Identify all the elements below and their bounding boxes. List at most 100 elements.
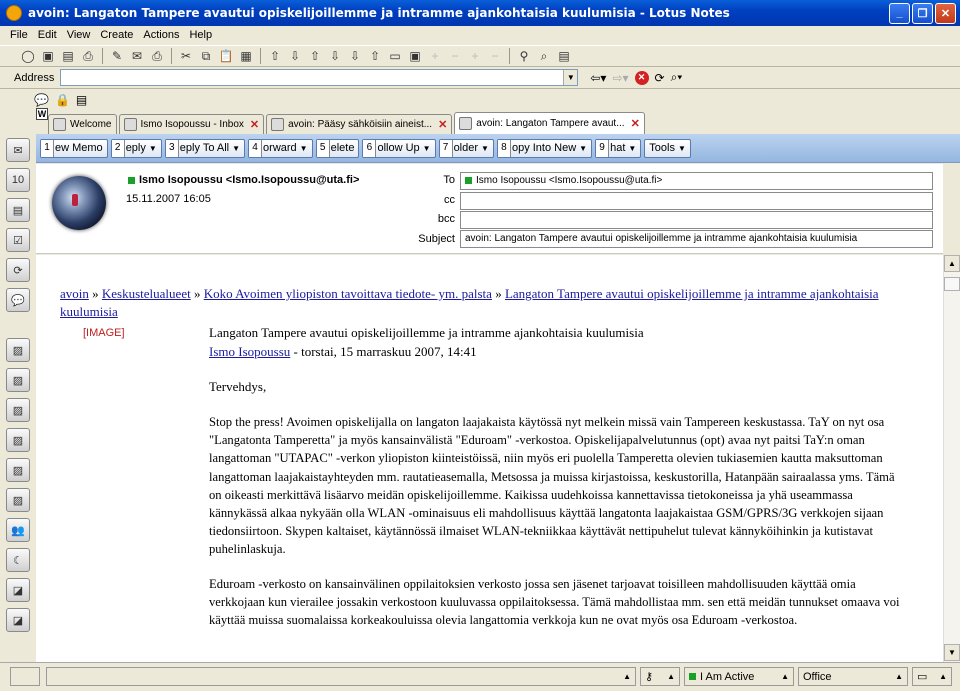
menu-view[interactable]: View [67, 29, 91, 41]
location-status[interactable]: Office ▲ [798, 667, 908, 686]
stop-icon[interactable]: ✕ [634, 70, 649, 85]
send-icon[interactable]: ✉ [129, 48, 145, 64]
folder-bookmark-icon[interactable]: ▨ [6, 428, 30, 452]
mail-status-box[interactable]: ▭ ▲ [912, 667, 952, 686]
menu-file[interactable]: File [10, 29, 28, 41]
cc-field[interactable] [460, 192, 933, 210]
vertical-scrollbar[interactable]: ▲ ▼ [943, 255, 960, 662]
previous-icon[interactable]: ⇧ [267, 48, 283, 64]
find-icon[interactable]: ⚲ [516, 48, 532, 64]
minimize-button[interactable]: _ [889, 2, 910, 24]
folder-bookmark-icon[interactable]: ▨ [6, 368, 30, 392]
mail-bookmark-icon[interactable]: ✉ [6, 138, 30, 162]
people-bookmark-icon[interactable]: 👥 [6, 518, 30, 542]
follow-up-button[interactable]: 6 ollow Up ▼ [362, 138, 436, 158]
search-icon[interactable]: ⌕ [536, 48, 552, 64]
menu-help[interactable]: Help [189, 29, 212, 41]
database-icon[interactable]: ▤ [556, 48, 572, 64]
notes-icon[interactable]: ▤ [76, 93, 87, 107]
chat-bookmark-icon[interactable]: 💬 [6, 288, 30, 312]
tab-document-2[interactable]: avoin: Langaton Tampere avaut... ✕ [454, 112, 645, 134]
edit-icon[interactable]: ✎ [109, 48, 125, 64]
search-icon[interactable]: ⌕▾ [671, 70, 683, 85]
memo-header: Ismo Isopoussu <Ismo.Isopoussu@uta.fi> 1… [36, 164, 943, 254]
breadcrumb-link-avoin[interactable]: avoin [60, 286, 89, 301]
next-unread-icon[interactable]: ⇩ [347, 48, 363, 64]
tab-welcome[interactable]: Welcome [48, 114, 117, 134]
down-icon[interactable]: ⇩ [327, 48, 343, 64]
new-memo-button[interactable]: 1 ew Memo [40, 138, 108, 158]
folder-button[interactable]: 7 older ▼ [438, 138, 494, 158]
forward-icon[interactable]: ⇨▾ [612, 71, 628, 85]
chevron-down-icon: ▼ [628, 143, 637, 153]
chat-button[interactable]: 9 hat ▼ [595, 138, 642, 158]
tab-inbox[interactable]: Ismo Isopoussu - Inbox ✕ [118, 114, 265, 134]
memo-body: avoin » Keskustelualueet » Koko Avoimen … [36, 255, 943, 662]
expand-all-icon: + [471, 49, 479, 63]
close-button[interactable]: ✕ [935, 2, 956, 24]
maximize-button[interactable]: ❐ [912, 2, 933, 24]
breadcrumb-link-keskustelualueet[interactable]: Keskustelualueet [102, 286, 191, 301]
presence-status[interactable]: I Am Active ▲ [684, 667, 794, 686]
reply-to-all-button[interactable]: 3 eply To All ▼ [164, 138, 246, 158]
to-field[interactable]: Ismo Isopoussu <Ismo.Isopoussu@uta.fi> [460, 172, 933, 190]
key-status-box[interactable]: ⚷ ▲ [640, 667, 680, 686]
close-icon[interactable]: ✕ [631, 117, 640, 130]
menu-create[interactable]: Create [100, 29, 133, 41]
menu-actions[interactable]: Actions [143, 29, 179, 41]
tools-button[interactable]: Tools ▼ [644, 138, 691, 158]
reply-button[interactable]: 2 eply ▼ [110, 138, 162, 158]
folder-bookmark-icon[interactable]: ▨ [6, 458, 30, 482]
scroll-thumb[interactable] [944, 277, 960, 291]
folder-bookmark-icon[interactable]: ▨ [6, 338, 30, 362]
moon-bookmark-icon[interactable]: ☾ [6, 548, 30, 572]
lotus-notes-app-icon[interactable] [6, 5, 22, 21]
status-message-box[interactable]: ▲ [46, 667, 636, 686]
previous-unread-icon[interactable]: ⇧ [367, 48, 383, 64]
chevron-down-icon[interactable]: ▼ [563, 70, 578, 85]
refresh-icon[interactable]: ⟳ [655, 71, 665, 85]
folder-bookmark-icon[interactable]: ▨ [6, 488, 30, 512]
open-folder-icon[interactable]: ▤ [60, 48, 76, 64]
scroll-down-icon[interactable]: ▼ [944, 644, 960, 661]
folder-bookmark-icon[interactable]: ▨ [6, 398, 30, 422]
design-bookmark-icon[interactable]: ◪ [6, 578, 30, 602]
copy-into-new-button[interactable]: 8 opy Into New ▼ [496, 138, 593, 158]
replicator-bookmark-icon[interactable]: ⟳ [6, 258, 30, 282]
view-icon[interactable]: ▭ [387, 48, 403, 64]
next-icon[interactable]: ⇩ [287, 48, 303, 64]
copy-icon[interactable]: ⧉ [198, 48, 214, 64]
menu-edit[interactable]: Edit [38, 29, 57, 41]
close-icon[interactable]: ✕ [250, 118, 259, 131]
author-link[interactable]: Ismo Isopoussu [209, 344, 290, 359]
secondary-toolbar: 💬 🔒 ▤ [0, 90, 960, 110]
save-icon[interactable]: ▣ [40, 48, 56, 64]
user-icon[interactable]: 🔒 [55, 93, 70, 107]
new-icon[interactable]: ◯ [20, 48, 36, 64]
close-icon[interactable]: ✕ [438, 118, 447, 131]
print-icon[interactable]: ⎙ [80, 48, 96, 64]
paste-icon[interactable]: 📋 [218, 48, 234, 64]
tab-document-1[interactable]: avoin: Pääsy sähköisiin aineist... ✕ [266, 114, 453, 134]
scroll-up-icon[interactable]: ▲ [944, 255, 960, 272]
delete-button[interactable]: 5 elete [315, 138, 360, 158]
status-left-box[interactable] [10, 667, 40, 686]
up-icon[interactable]: ⇧ [307, 48, 323, 64]
toolbar-divider [260, 48, 261, 64]
breadcrumb: avoin » Keskustelualueet » Koko Avoimen … [60, 285, 880, 321]
refresh-icon[interactable]: ▣ [407, 48, 423, 64]
todo-bookmark-icon[interactable]: ☑ [6, 228, 30, 252]
address-input[interactable]: ▼ [60, 69, 579, 86]
contacts-bookmark-icon[interactable]: ▤ [6, 198, 30, 222]
forward-button[interactable]: 4 orward ▼ [248, 138, 313, 158]
breadcrumb-link-palsta[interactable]: Koko Avoimen yliopiston tavoittava tiedo… [204, 286, 492, 301]
calendar-bookmark-icon[interactable]: 10 [6, 168, 30, 192]
cut-icon[interactable]: ✂ [178, 48, 194, 64]
printer-icon[interactable]: ⎙ [149, 48, 165, 64]
back-icon[interactable]: ⇦▾ [590, 71, 606, 85]
paste-special-icon[interactable]: ▦ [238, 48, 254, 64]
chat-icon[interactable]: 💬 [34, 93, 49, 107]
bcc-field[interactable] [460, 211, 933, 229]
subject-field[interactable]: avoin: Langaton Tampere avautui opiskeli… [460, 230, 933, 248]
design-bookmark-icon[interactable]: ◪ [6, 608, 30, 632]
